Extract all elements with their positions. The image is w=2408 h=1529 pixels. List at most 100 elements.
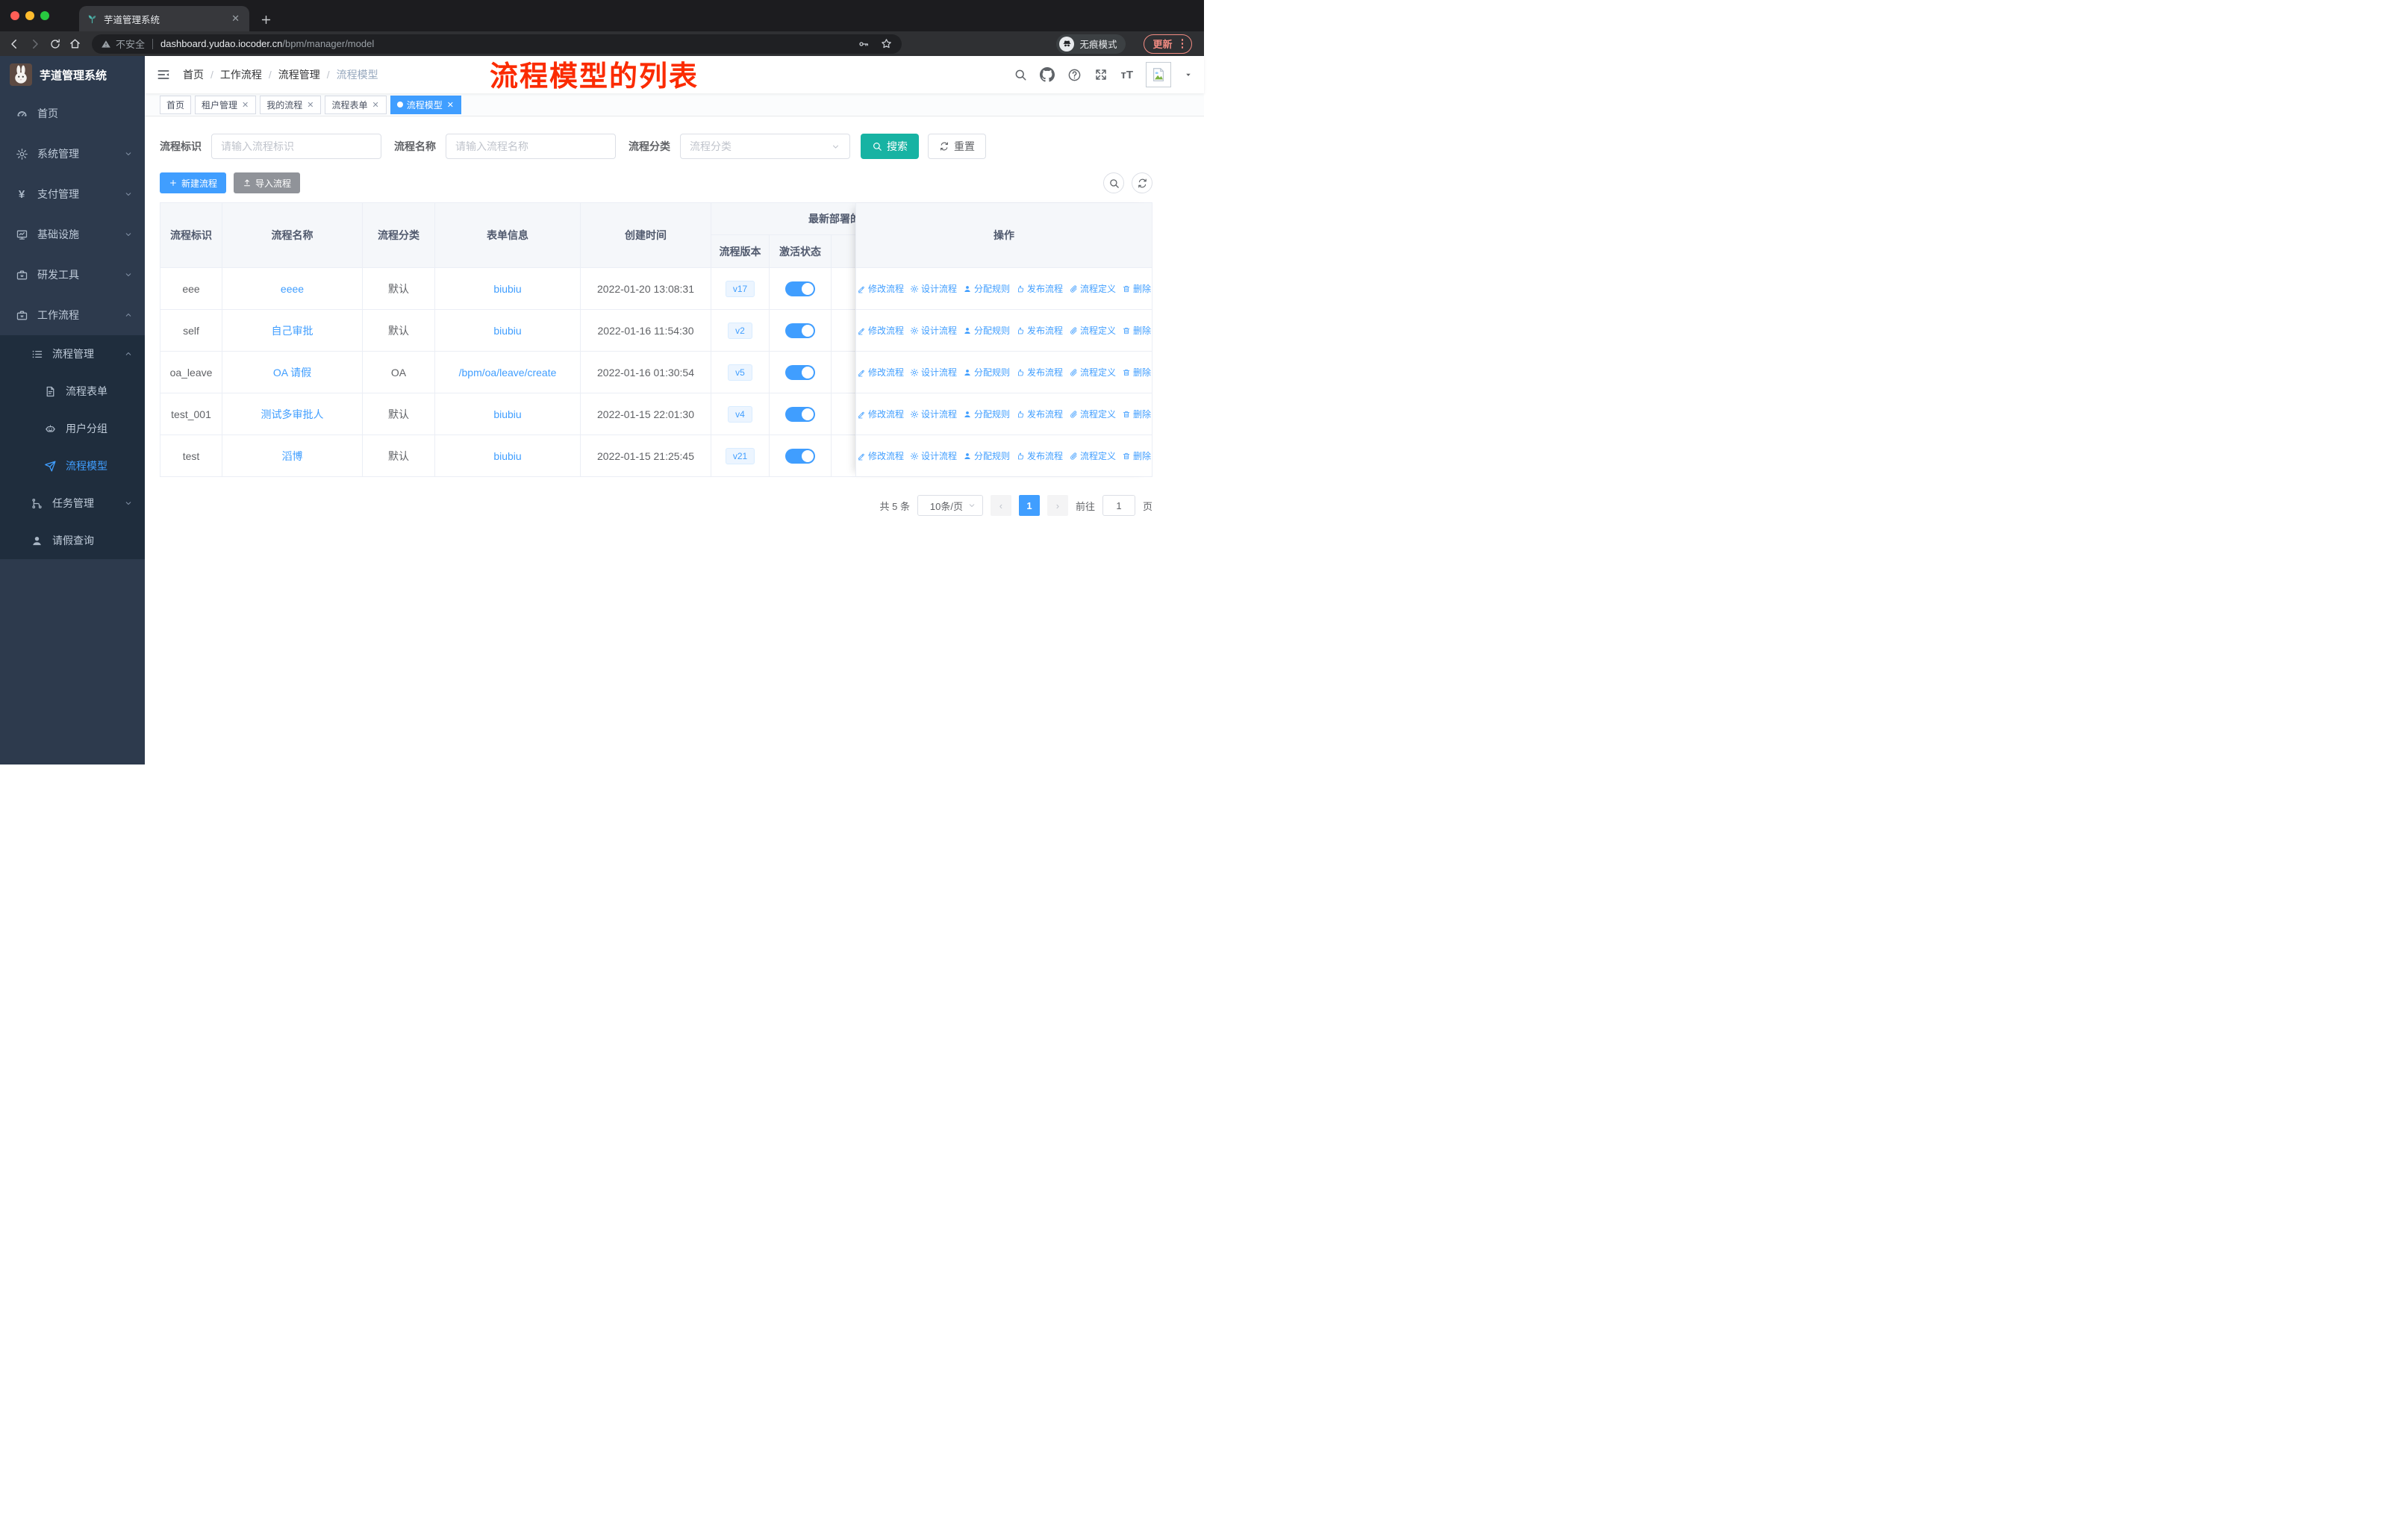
font-size-icon[interactable]: ᴛT [1120, 69, 1133, 81]
form-info-link[interactable]: biubiu [493, 283, 521, 295]
browser-tab[interactable]: 芋道管理系统 ✕ [79, 6, 249, 31]
active-status-toggle[interactable] [785, 364, 815, 380]
sidebar-item-首页[interactable]: 首页 [0, 93, 145, 134]
action-分配规则[interactable]: 分配规则 [963, 408, 1010, 420]
tag-流程表单[interactable]: 流程表单 ✕ [325, 95, 387, 114]
tag-close-icon[interactable]: ✕ [241, 100, 249, 110]
action-修改流程[interactable]: 修改流程 [857, 408, 904, 420]
filter-category-select[interactable]: 流程分类 [680, 134, 850, 159]
active-status-toggle[interactable] [785, 406, 815, 422]
action-删除[interactable]: 删除 [1122, 366, 1151, 379]
tag-我的流程[interactable]: 我的流程 ✕ [260, 95, 322, 114]
avatar-caret-down-icon[interactable] [1184, 70, 1193, 79]
action-设计流程[interactable]: 设计流程 [910, 366, 957, 379]
action-分配规则[interactable]: 分配规则 [963, 282, 1010, 295]
process-name-link[interactable]: 滔博 [282, 449, 303, 464]
action-设计流程[interactable]: 设计流程 [910, 408, 957, 420]
action-分配规则[interactable]: 分配规则 [963, 324, 1010, 337]
action-发布流程[interactable]: 发布流程 [1016, 408, 1063, 420]
sidebar-item-支付管理[interactable]: ¥ 支付管理 [0, 174, 145, 214]
action-修改流程[interactable]: 修改流程 [857, 324, 904, 337]
process-name-link[interactable]: 自己审批 [272, 323, 314, 338]
import-process-button[interactable]: 导入流程 [234, 172, 301, 193]
sidebar-item-工作流程[interactable]: 工作流程 [0, 295, 145, 335]
browser-menu-icon[interactable] [1181, 39, 1183, 49]
action-删除[interactable]: 删除 [1122, 408, 1151, 420]
reload-button[interactable] [49, 38, 61, 50]
action-流程定义[interactable]: 流程定义 [1069, 366, 1116, 379]
action-发布流程[interactable]: 发布流程 [1016, 324, 1063, 337]
tag-租户管理[interactable]: 租户管理 ✕ [195, 95, 257, 114]
forward-button[interactable] [28, 37, 42, 51]
password-key-icon[interactable] [858, 38, 870, 50]
help-question-icon[interactable] [1067, 68, 1082, 82]
tag-流程模型[interactable]: 流程模型 ✕ [390, 95, 461, 114]
tag-close-icon[interactable]: ✕ [446, 100, 455, 110]
user-avatar[interactable] [1146, 62, 1171, 87]
create-process-button[interactable]: 新建流程 [160, 172, 227, 193]
bookmark-star-icon[interactable] [880, 37, 893, 50]
current-page-button[interactable]: 1 [1018, 495, 1040, 516]
action-流程定义[interactable]: 流程定义 [1069, 282, 1116, 295]
filter-id-input[interactable] [211, 134, 381, 159]
process-name-link[interactable]: 测试多审批人 [261, 407, 324, 422]
close-window-button[interactable] [10, 11, 19, 20]
browser-update-button[interactable]: 更新 [1144, 34, 1192, 54]
action-删除[interactable]: 删除 [1122, 324, 1151, 337]
header-search-icon[interactable] [1014, 68, 1027, 81]
action-流程定义[interactable]: 流程定义 [1069, 324, 1116, 337]
tab-close-icon[interactable]: ✕ [229, 13, 242, 25]
url-bar[interactable]: 不安全 dashboard.yudao.iocoder.cn/bpm/manag… [92, 34, 902, 54]
sidebar-item-用户分组[interactable]: 用户分组 [0, 410, 145, 447]
sidebar-logo[interactable]: 芋道管理系统 [0, 56, 145, 93]
action-发布流程[interactable]: 发布流程 [1016, 449, 1063, 462]
fullscreen-icon[interactable] [1094, 68, 1108, 81]
action-发布流程[interactable]: 发布流程 [1016, 282, 1063, 295]
action-删除[interactable]: 删除 [1122, 449, 1151, 462]
show-search-toggle-button[interactable] [1103, 172, 1124, 193]
tag-close-icon[interactable]: ✕ [372, 100, 380, 110]
goto-page-input[interactable] [1102, 495, 1135, 516]
breadcrumb-item[interactable]: 工作流程 [220, 67, 262, 82]
sidebar-item-流程管理[interactable]: 流程管理 [0, 335, 145, 373]
maximize-window-button[interactable] [40, 11, 49, 20]
sidebar-collapse-button[interactable] [156, 67, 171, 82]
action-修改流程[interactable]: 修改流程 [857, 449, 904, 462]
sidebar-item-流程表单[interactable]: 流程表单 [0, 373, 145, 410]
action-修改流程[interactable]: 修改流程 [857, 366, 904, 379]
breadcrumb-item[interactable]: 首页 [183, 67, 204, 82]
prev-page-button[interactable]: ‹ [990, 495, 1011, 516]
action-设计流程[interactable]: 设计流程 [910, 282, 957, 295]
sidebar-item-系统管理[interactable]: 系统管理 [0, 134, 145, 174]
breadcrumb-item[interactable]: 流程管理 [278, 67, 320, 82]
sidebar-item-基础设施[interactable]: 基础设施 [0, 214, 145, 255]
refresh-table-button[interactable] [1132, 172, 1152, 193]
next-page-button[interactable]: › [1047, 495, 1068, 516]
filter-name-input[interactable] [446, 134, 616, 159]
action-分配规则[interactable]: 分配规则 [963, 449, 1010, 462]
sidebar-item-研发工具[interactable]: 研发工具 [0, 255, 145, 295]
search-button[interactable]: 搜索 [861, 134, 919, 159]
form-info-link[interactable]: biubiu [493, 408, 521, 420]
form-info-link[interactable]: biubiu [493, 325, 521, 337]
action-流程定义[interactable]: 流程定义 [1069, 449, 1116, 462]
minimize-window-button[interactable] [25, 11, 34, 20]
active-status-toggle[interactable] [785, 448, 815, 464]
active-status-toggle[interactable] [785, 281, 815, 296]
action-设计流程[interactable]: 设计流程 [910, 324, 957, 337]
form-info-link[interactable]: biubiu [493, 450, 521, 462]
active-status-toggle[interactable] [785, 323, 815, 338]
tag-首页[interactable]: 首页 [160, 95, 192, 114]
tag-close-icon[interactable]: ✕ [306, 100, 314, 110]
page-size-select[interactable]: 10条/页 [917, 495, 983, 516]
new-tab-button[interactable] [260, 13, 272, 27]
sidebar-item-请假查询[interactable]: 请假查询 [0, 522, 145, 559]
reset-button[interactable]: 重置 [928, 134, 986, 159]
form-info-link[interactable]: /bpm/oa/leave/create [459, 367, 557, 379]
back-button[interactable] [7, 37, 21, 51]
home-button[interactable] [69, 37, 81, 50]
process-name-link[interactable]: OA 请假 [273, 365, 311, 380]
sidebar-item-流程模型[interactable]: 流程模型 [0, 447, 145, 485]
security-label[interactable]: 不安全 [116, 37, 145, 51]
action-流程定义[interactable]: 流程定义 [1069, 408, 1116, 420]
